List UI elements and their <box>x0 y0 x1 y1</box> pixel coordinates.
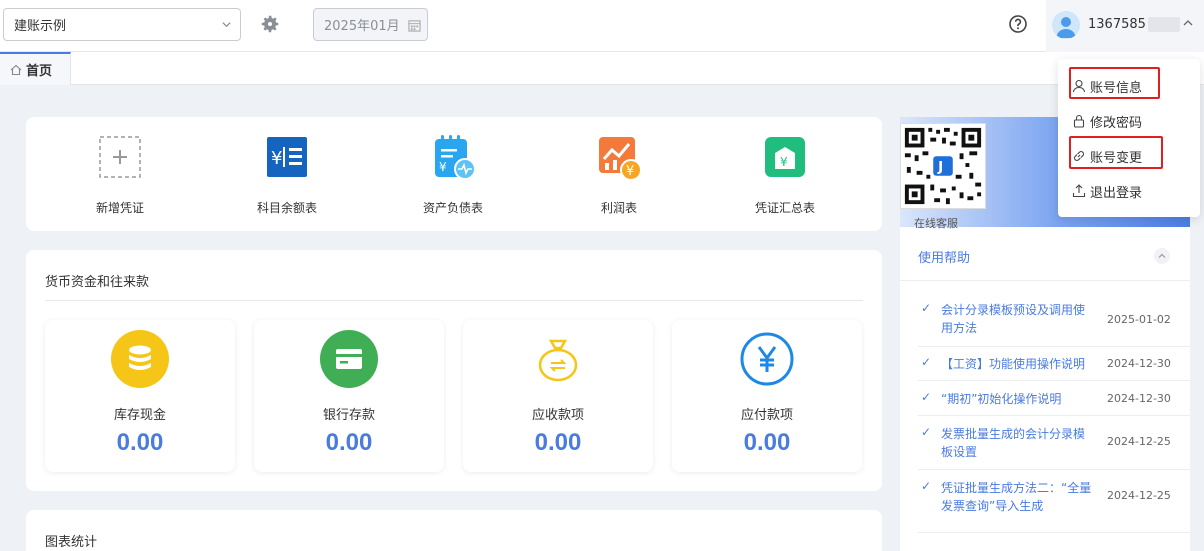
tab-bar: 首页 <box>0 52 1204 85</box>
svg-text:¥: ¥ <box>439 160 447 174</box>
menu-item-logout[interactable]: 退出登录 <box>1072 178 1142 204</box>
qr-code-icon: J <box>900 123 986 209</box>
svg-text:J: J <box>937 159 943 175</box>
check-icon: ✓ <box>921 425 932 439</box>
help-item-date: 2024-12-25 <box>1107 435 1171 448</box>
gear-icon[interactable] <box>259 13 281 35</box>
stat-payable[interactable]: 应付款项 0.00 <box>672 320 862 472</box>
stat-cash[interactable]: 库存现金 0.00 <box>45 320 235 472</box>
help-item-date: 2025-01-02 <box>1107 313 1171 326</box>
quick-actions-card: 新增凭证 ¥ 科目余额表 ¥ 资产负债表 ¥ 利润表 ¥ 凭证汇总表 <box>26 117 882 231</box>
voucher-summary-icon: ¥ <box>765 137 805 177</box>
quick-profit-statement[interactable]: ¥ 利润表 <box>564 133 674 216</box>
username: 1367585 <box>1088 17 1146 32</box>
help-list-item[interactable]: ✓ 会计分录模板预设及调用使用方法 2025-01-02 <box>918 301 1190 347</box>
add-voucher-icon <box>99 136 141 178</box>
help-list-item[interactable]: ✓ 发票批量生成的会计分录模板设置 2024-12-25 <box>918 425 1190 470</box>
stat-value: 0.00 <box>534 429 582 456</box>
quick-account-balance[interactable]: ¥ 科目余额表 <box>232 133 342 216</box>
help-item-title: 发票批量生成的会计分录模板设置 <box>941 427 1086 459</box>
stat-value: 0.00 <box>743 429 791 456</box>
highlight-account-change <box>1069 136 1163 169</box>
qr-label: 在线客服 <box>914 217 958 230</box>
help-list-item[interactable]: ✓ “期初”初始化操作说明 2024-12-30 <box>918 390 1190 416</box>
chart-card: 图表统计 <box>26 510 882 551</box>
period-picker[interactable]: 2025年01月 <box>313 8 428 41</box>
stat-bank[interactable]: 银行存款 0.00 <box>254 320 444 472</box>
help-item-date: 2024-12-30 <box>1107 357 1171 370</box>
balance-sheet-icon: ¥ <box>435 135 476 180</box>
svg-text:¥: ¥ <box>780 155 788 169</box>
period-value: 2025年01月 <box>324 19 400 34</box>
help-item-title: “期初”初始化操作说明 <box>941 392 1062 406</box>
check-icon: ✓ <box>921 479 932 493</box>
ledger-select[interactable]: 建账示例 <box>3 8 241 41</box>
check-icon: ✓ <box>921 390 932 404</box>
quick-label: 资产负债表 <box>422 201 483 215</box>
check-icon: ✓ <box>921 301 932 315</box>
stat-label: 应付款项 <box>740 408 793 423</box>
top-bar: 建账示例 2025年01月 1367585 <box>0 0 1204 52</box>
stat-label: 银行存款 <box>322 408 375 423</box>
tab-home-label: 首页 <box>26 64 53 79</box>
help-item-date: 2024-12-30 <box>1107 392 1171 405</box>
svg-text:¥: ¥ <box>271 148 282 169</box>
money-card: 货币资金和往来款 库存现金 0.00 银行存款 0.00 应收款项 0.00 应… <box>26 250 882 491</box>
username-masked <box>1148 17 1180 32</box>
stat-value: 0.00 <box>325 429 373 456</box>
stat-receivable[interactable]: 应收款项 0.00 <box>463 320 653 472</box>
chevron-up-icon[interactable] <box>1154 248 1170 264</box>
stat-label: 应收款项 <box>531 408 584 423</box>
money-bag-icon <box>538 339 578 382</box>
stat-label: 库存现金 <box>113 408 166 423</box>
avatar <box>1052 11 1080 39</box>
section-title: 图表统计 <box>45 535 98 550</box>
lock-icon <box>1073 114 1085 128</box>
quick-label: 利润表 <box>600 201 637 215</box>
quick-label: 凭证汇总表 <box>754 201 815 215</box>
ledger-select-value: 建账示例 <box>14 19 67 34</box>
home-icon <box>10 64 22 75</box>
quick-label: 新增凭证 <box>95 201 144 215</box>
menu-item-label: 修改密码 <box>1090 115 1143 131</box>
user-menu-trigger[interactable]: 1367585 <box>1046 0 1204 52</box>
help-item-date: 2024-12-25 <box>1107 489 1171 502</box>
dropdown-caret <box>1172 52 1186 59</box>
menu-item-change-password[interactable]: 修改密码 <box>1072 108 1142 134</box>
quick-label: 科目余额表 <box>256 201 317 215</box>
help-list-item[interactable]: ✓ 凭证批量生成方法二：“全量发票查询”导入生成 2024-12-25 <box>918 479 1190 533</box>
divider <box>900 280 1190 281</box>
menu-item-label: 退出登录 <box>1090 185 1143 201</box>
logout-icon <box>1072 184 1086 198</box>
svg-text:¥: ¥ <box>626 164 634 179</box>
yen-circle-icon <box>740 332 794 386</box>
quick-balance-sheet[interactable]: ¥ 资产负债表 <box>398 133 508 216</box>
help-item-title: 【工资】功能使用操作说明 <box>941 357 1086 371</box>
section-title: 货币资金和往来款 <box>45 275 150 290</box>
check-icon: ✓ <box>921 355 932 369</box>
calendar-icon <box>408 20 421 32</box>
highlight-account-info <box>1069 67 1160 99</box>
help-title: 使用帮助 <box>918 251 971 266</box>
chevron-up-icon <box>1183 20 1193 26</box>
profit-statement-icon: ¥ <box>599 137 642 181</box>
help-icon[interactable] <box>1008 14 1028 34</box>
tab-home[interactable]: 首页 <box>0 52 71 85</box>
stat-value: 0.00 <box>116 429 164 456</box>
bank-card-icon <box>320 330 378 388</box>
chevron-down-icon <box>222 22 231 28</box>
help-list-item[interactable]: ✓ 【工资】功能使用操作说明 2024-12-30 <box>918 355 1190 381</box>
divider <box>45 300 863 301</box>
help-item-title: 会计分录模板预设及调用使用方法 <box>941 303 1086 335</box>
coins-icon <box>111 330 169 388</box>
account-balance-icon: ¥ <box>267 137 307 177</box>
quick-voucher-summary[interactable]: ¥ 凭证汇总表 <box>730 133 840 216</box>
quick-add-voucher[interactable]: 新增凭证 <box>65 133 175 216</box>
help-item-title: 凭证批量生成方法二：“全量发票查询”导入生成 <box>941 481 1092 513</box>
